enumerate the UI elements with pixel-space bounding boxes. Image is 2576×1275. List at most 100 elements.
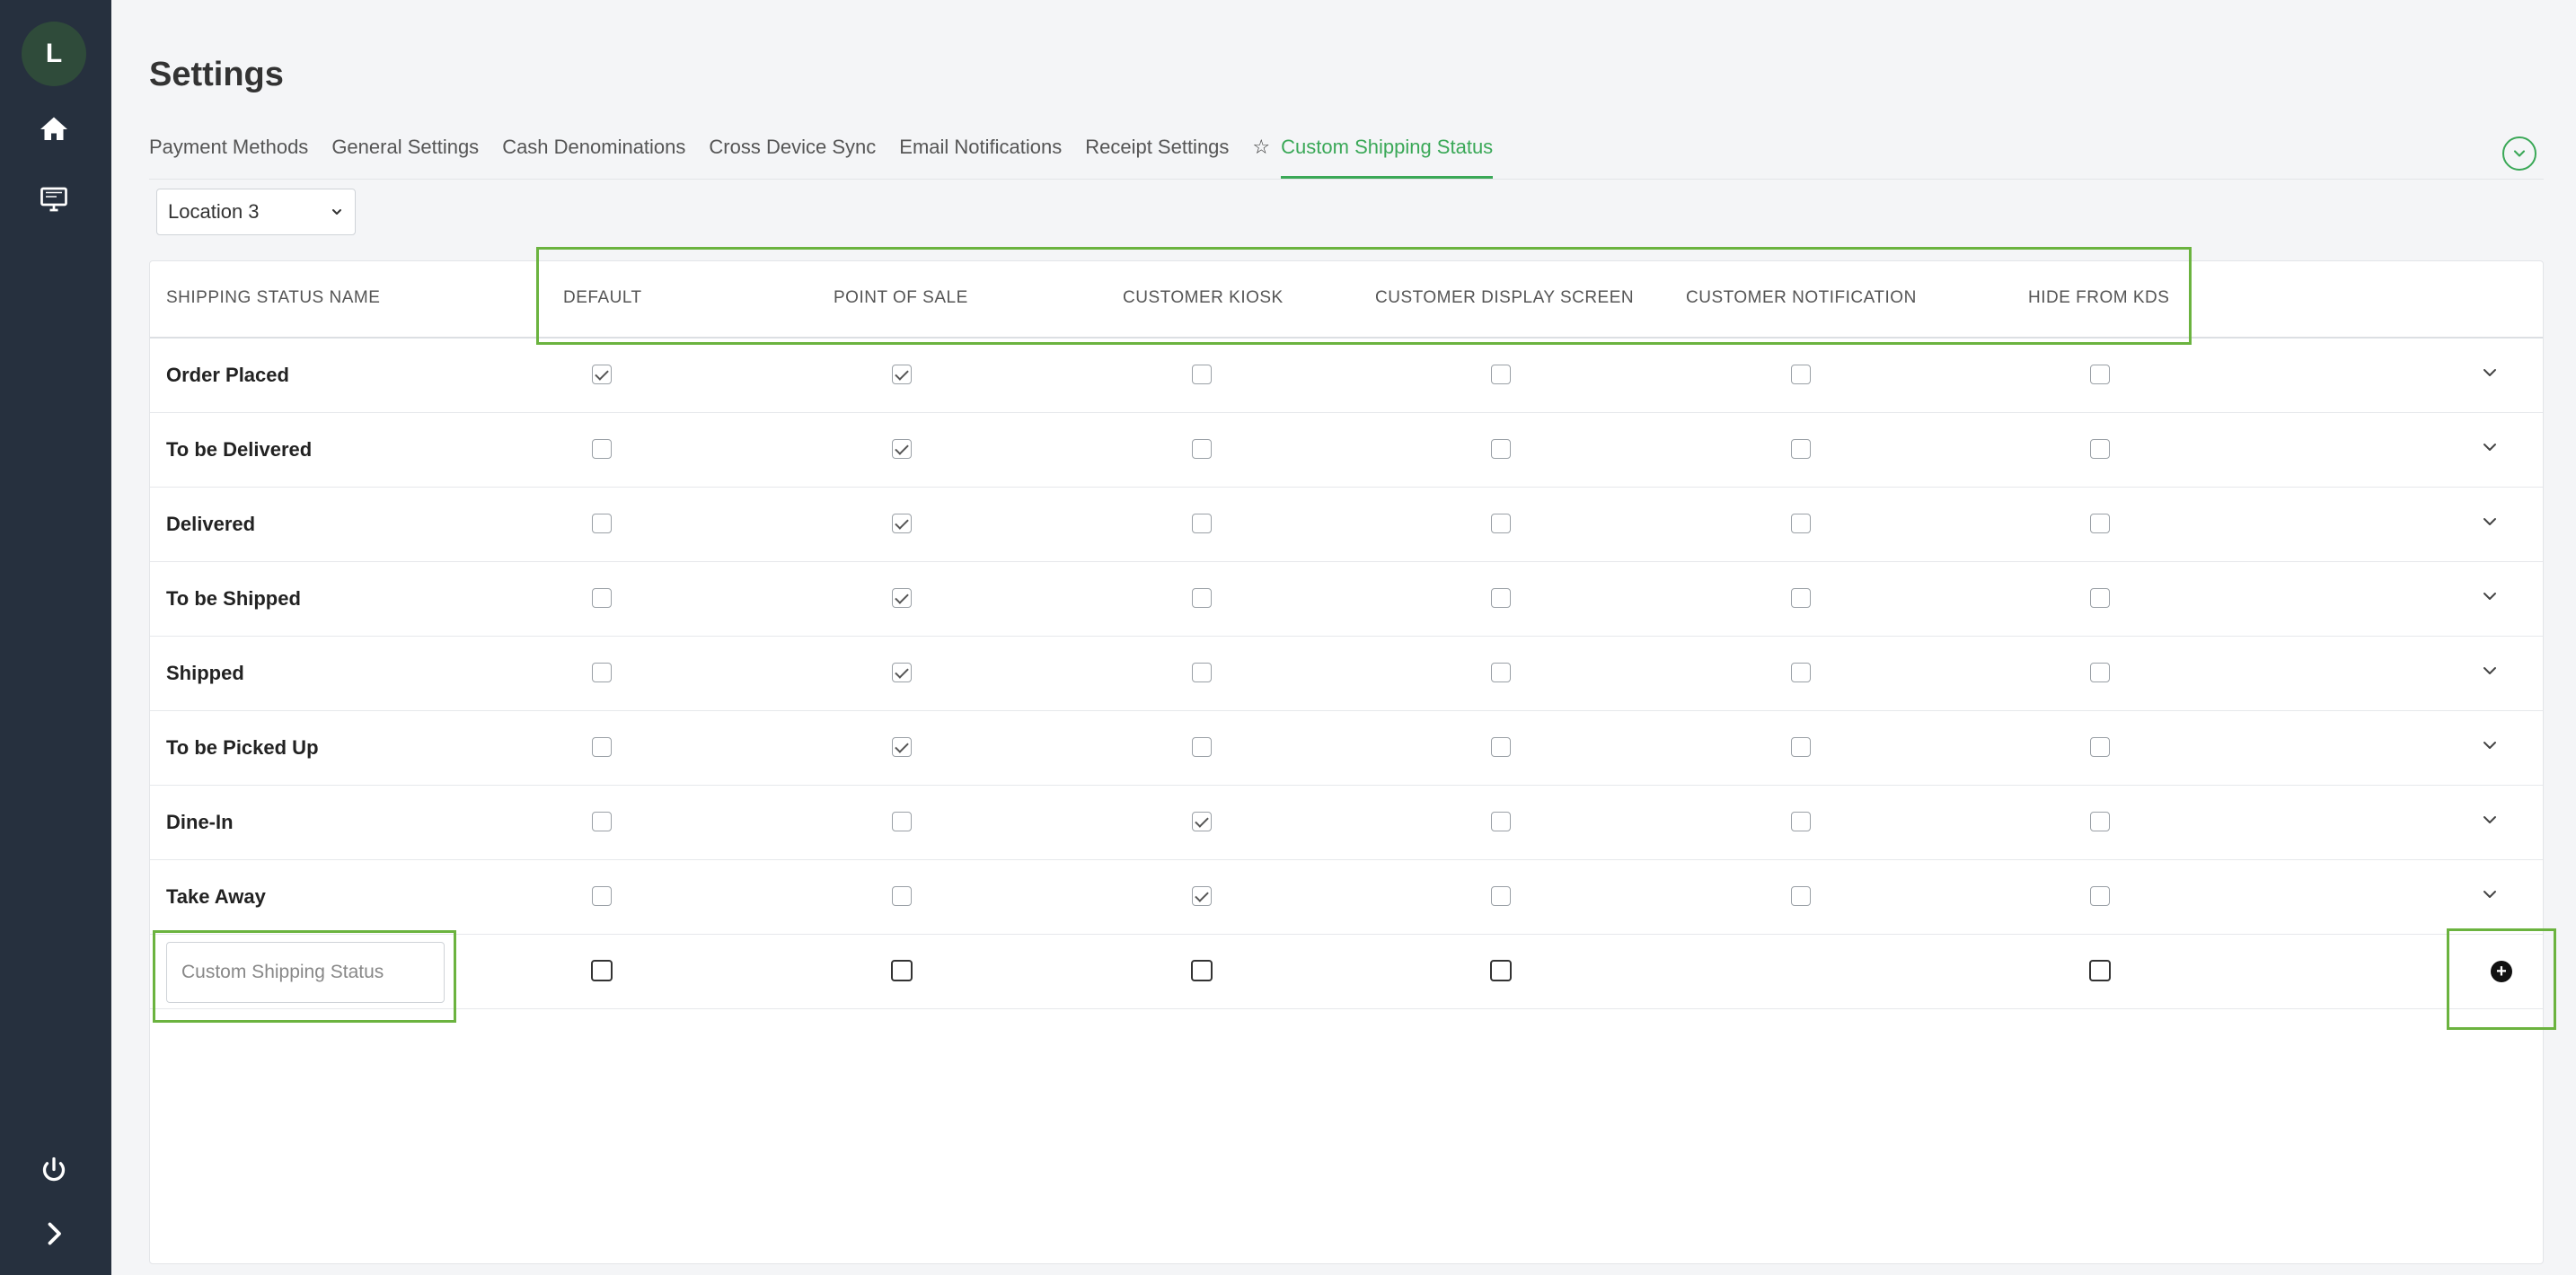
tab-custom-shipping-status[interactable]: Custom Shipping Status [1281,131,1494,180]
column-header-default: DEFAULT [563,288,642,307]
column-header-hide-from-kds: HIDE FROM KDS [2028,288,2170,307]
new-default-checkbox[interactable] [591,960,613,981]
new-hide-from-kds-checkbox[interactable] [2089,960,2111,981]
hide-from-kds-checkbox[interactable] [2090,812,2110,831]
customer-notification-checkbox[interactable] [1791,663,1811,682]
status-name: To be Picked Up [166,736,319,759]
default-checkbox[interactable] [592,812,612,831]
chevron-down-icon[interactable] [2479,511,2501,532]
customer-kiosk-checkbox[interactable] [1192,514,1212,533]
customer-notification-checkbox[interactable] [1791,812,1811,831]
point-of-sale-checkbox[interactable] [892,663,912,682]
column-header-customer-kiosk: CUSTOMER KIOSK [1123,288,1284,307]
point-of-sale-checkbox[interactable] [892,439,912,459]
hide-from-kds-checkbox[interactable] [2090,886,2110,906]
table-row: Dine-In [150,786,2543,860]
expand-circle-button[interactable] [2502,136,2536,171]
sidebar: L [0,0,111,1275]
chevron-down-icon[interactable] [2479,436,2501,458]
tab-cross-device-sync[interactable]: Cross Device Sync [709,131,876,180]
default-checkbox[interactable] [592,737,612,757]
point-of-sale-checkbox[interactable] [892,886,912,906]
default-checkbox[interactable] [592,886,612,906]
hide-from-kds-checkbox[interactable] [2090,663,2110,682]
point-of-sale-checkbox[interactable] [892,737,912,757]
customer-display-screen-checkbox[interactable] [1491,439,1511,459]
customer-display-screen-checkbox[interactable] [1491,365,1511,384]
default-checkbox[interactable] [592,663,612,682]
customer-notification-checkbox[interactable] [1791,886,1811,906]
tab-receipt-settings[interactable]: Receipt Settings [1085,131,1229,180]
avatar[interactable]: L [22,22,86,86]
location-select[interactable]: Location 3 [156,189,356,235]
customer-kiosk-checkbox[interactable] [1192,737,1212,757]
column-header-name: SHIPPING STATUS NAME [166,288,381,307]
chevron-down-icon[interactable] [2479,362,2501,383]
new-status-row: + [150,935,2543,1009]
new-point-of-sale-checkbox[interactable] [891,960,913,981]
page-title: Settings [149,56,284,93]
column-header-point-of-sale: POINT OF SALE [834,288,968,307]
customer-notification-checkbox[interactable] [1791,365,1811,384]
monitor-icon[interactable] [34,180,74,219]
column-header-customer-display-screen: CUSTOMER DISPLAY SCREEN [1375,288,1635,307]
default-checkbox[interactable] [592,588,612,608]
new-customer-kiosk-checkbox[interactable] [1191,960,1213,981]
customer-kiosk-checkbox[interactable] [1192,812,1212,831]
default-checkbox[interactable] [592,514,612,533]
tab-cash-denominations[interactable]: Cash Denominations [502,131,685,180]
home-icon[interactable] [34,110,74,149]
customer-notification-checkbox[interactable] [1791,439,1811,459]
chevron-down-icon[interactable] [2479,809,2501,831]
new-customer-display-screen-checkbox[interactable] [1490,960,1512,981]
custom-shipping-status-input[interactable] [166,942,445,1003]
add-status-button[interactable]: + [2491,961,2512,982]
power-icon[interactable] [34,1151,74,1191]
customer-notification-checkbox[interactable] [1791,514,1811,533]
point-of-sale-checkbox[interactable] [892,365,912,384]
chevron-down-icon[interactable] [2479,734,2501,756]
chevron-down-icon [2513,150,2526,157]
chevron-down-icon[interactable] [2479,884,2501,905]
tab-payment-methods[interactable]: Payment Methods [149,131,308,180]
chevron-down-icon [332,209,341,215]
status-name: Delivered [166,513,256,535]
customer-kiosk-checkbox[interactable] [1192,663,1212,682]
tab-email-notifications[interactable]: Email Notifications [899,131,1062,180]
customer-kiosk-checkbox[interactable] [1192,886,1212,906]
customer-notification-checkbox[interactable] [1791,737,1811,757]
point-of-sale-checkbox[interactable] [892,514,912,533]
table-row: To be Delivered [150,413,2543,488]
chevron-right-icon[interactable] [34,1214,74,1253]
table-header: SHIPPING STATUS NAME DEFAULT POINT OF SA… [150,261,2543,339]
status-name: To be Shipped [166,587,301,610]
customer-display-screen-checkbox[interactable] [1491,514,1511,533]
point-of-sale-checkbox[interactable] [892,588,912,608]
hide-from-kds-checkbox[interactable] [2090,365,2110,384]
customer-notification-checkbox[interactable] [1791,588,1811,608]
customer-display-screen-checkbox[interactable] [1491,812,1511,831]
table-row: Shipped [150,637,2543,711]
default-checkbox[interactable] [592,365,612,384]
status-name: Take Away [166,885,266,908]
hide-from-kds-checkbox[interactable] [2090,588,2110,608]
customer-display-screen-checkbox[interactable] [1491,588,1511,608]
chevron-down-icon[interactable] [2479,660,2501,681]
hide-from-kds-checkbox[interactable] [2090,514,2110,533]
customer-kiosk-checkbox[interactable] [1192,365,1212,384]
tab-general-settings[interactable]: General Settings [331,131,479,180]
customer-kiosk-checkbox[interactable] [1192,588,1212,608]
default-checkbox[interactable] [592,439,612,459]
point-of-sale-checkbox[interactable] [892,812,912,831]
chevron-down-icon[interactable] [2479,585,2501,607]
customer-kiosk-checkbox[interactable] [1192,439,1212,459]
table-row: To be Shipped [150,562,2543,637]
hide-from-kds-checkbox[interactable] [2090,439,2110,459]
customer-display-screen-checkbox[interactable] [1491,663,1511,682]
table-row: Delivered [150,488,2543,562]
column-header-customer-notification: CUSTOMER NOTIFICATION [1686,288,1917,307]
customer-display-screen-checkbox[interactable] [1491,737,1511,757]
hide-from-kds-checkbox[interactable] [2090,737,2110,757]
customer-display-screen-checkbox[interactable] [1491,886,1511,906]
status-name: Shipped [166,662,244,684]
